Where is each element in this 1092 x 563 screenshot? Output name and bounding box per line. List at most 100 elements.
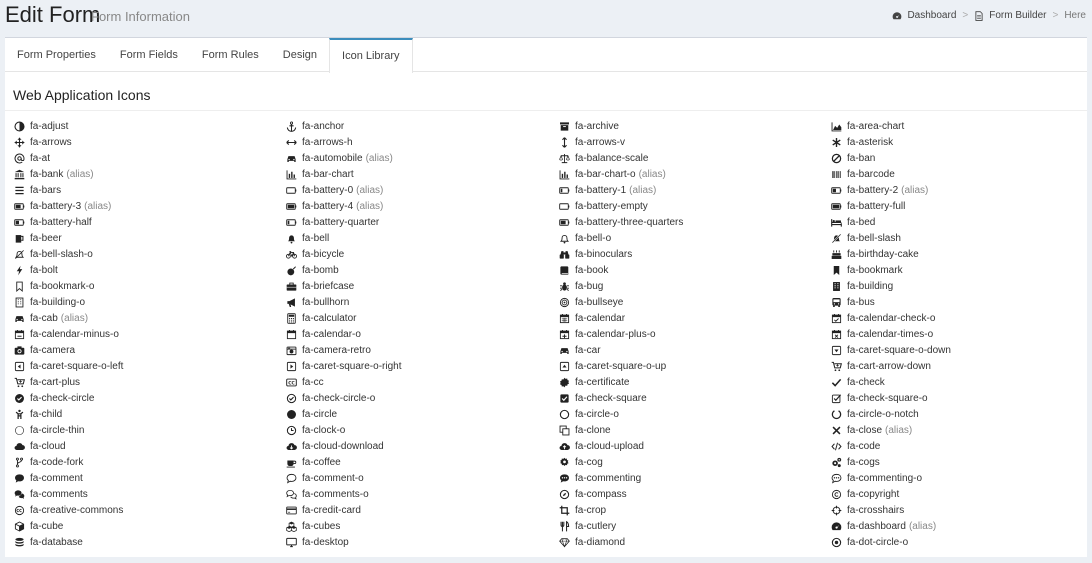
- icon-list-item[interactable]: fa-bullhorn: [286, 294, 559, 310]
- icon-list-item[interactable]: fa-certificate: [559, 374, 831, 390]
- icon-list-item[interactable]: fa-calendar-check-o: [831, 310, 1082, 326]
- icon-list-item[interactable]: fa-bars: [14, 182, 286, 198]
- icon-list-item[interactable]: fa-creative-commons: [14, 502, 286, 518]
- icon-list-item[interactable]: fa-caret-square-o-right: [286, 358, 559, 374]
- icon-list-item[interactable]: fa-database: [14, 534, 286, 550]
- icon-list-item[interactable]: fa-caret-square-o-left: [14, 358, 286, 374]
- icon-list-item[interactable]: fa-comment: [14, 470, 286, 486]
- icon-list-item[interactable]: fa-cogs: [831, 454, 1082, 470]
- icon-list-item[interactable]: fa-battery-2 (alias): [831, 182, 1082, 198]
- icon-list-item[interactable]: fa-building: [831, 278, 1082, 294]
- icon-list-item[interactable]: fa-calendar: [559, 310, 831, 326]
- icon-list-item[interactable]: fa-battery-empty: [559, 198, 831, 214]
- icon-list-item[interactable]: fa-comment-o: [286, 470, 559, 486]
- icon-list-item[interactable]: fa-barcode: [831, 166, 1082, 182]
- icon-list-item[interactable]: fa-bar-chart: [286, 166, 559, 182]
- icon-list-item[interactable]: fa-building-o: [14, 294, 286, 310]
- icon-list-item[interactable]: fa-bed: [831, 214, 1082, 230]
- tab-form-rules[interactable]: Form Rules: [190, 38, 271, 72]
- icon-list-item[interactable]: fa-book: [559, 262, 831, 278]
- icon-list-item[interactable]: fa-copyright: [831, 486, 1082, 502]
- icon-list-item[interactable]: fa-battery-full: [831, 198, 1082, 214]
- icon-list-item[interactable]: fa-cart-plus: [14, 374, 286, 390]
- icon-list-item[interactable]: fa-battery-1 (alias): [559, 182, 831, 198]
- breadcrumb-dashboard[interactable]: Dashboard: [892, 10, 956, 21]
- breadcrumb-form-builder[interactable]: Form Builder: [974, 10, 1046, 21]
- tab-icon-library[interactable]: Icon Library: [329, 38, 413, 73]
- icon-list-item[interactable]: fa-bookmark-o: [14, 278, 286, 294]
- icon-list-item[interactable]: fa-calculator: [286, 310, 559, 326]
- icon-list-item[interactable]: fa-cloud-download: [286, 438, 559, 454]
- tab-design[interactable]: Design: [271, 38, 329, 72]
- icon-list-item[interactable]: fa-bug: [559, 278, 831, 294]
- icon-list-item[interactable]: fa-check-circle: [14, 390, 286, 406]
- icon-list-item[interactable]: fa-dashboard (alias): [831, 518, 1082, 534]
- tab-form-properties[interactable]: Form Properties: [5, 38, 108, 72]
- icon-list-item[interactable]: fa-battery-0 (alias): [286, 182, 559, 198]
- icon-list-item[interactable]: fa-cloud-upload: [559, 438, 831, 454]
- icon-list-item[interactable]: fa-circle-o: [559, 406, 831, 422]
- icon-list-item[interactable]: fa-circle: [286, 406, 559, 422]
- icon-list-item[interactable]: fa-cutlery: [559, 518, 831, 534]
- icon-list-item[interactable]: fa-child: [14, 406, 286, 422]
- icon-list-item[interactable]: fa-camera: [14, 342, 286, 358]
- icon-list-item[interactable]: fa-camera-retro: [286, 342, 559, 358]
- icon-list-item[interactable]: fa-diamond: [559, 534, 831, 550]
- icon-list-item[interactable]: fa-clone: [559, 422, 831, 438]
- icon-list-item[interactable]: fa-compass: [559, 486, 831, 502]
- icon-list-item[interactable]: fa-car: [559, 342, 831, 358]
- icon-list-item[interactable]: fa-cog: [559, 454, 831, 470]
- icon-list-item[interactable]: fa-caret-square-o-down: [831, 342, 1082, 358]
- icon-list-item[interactable]: fa-comments: [14, 486, 286, 502]
- icon-list-item[interactable]: fa-clock-o: [286, 422, 559, 438]
- icon-list-item[interactable]: fa-credit-card: [286, 502, 559, 518]
- icon-list-item[interactable]: fa-anchor: [286, 118, 559, 134]
- icon-list-item[interactable]: fa-bookmark: [831, 262, 1082, 278]
- icon-list-item[interactable]: CC fa-cc: [286, 374, 559, 390]
- icon-list-item[interactable]: fa-circle-thin: [14, 422, 286, 438]
- icon-list-item[interactable]: fa-asterisk: [831, 134, 1082, 150]
- icon-list-item[interactable]: fa-cubes: [286, 518, 559, 534]
- icon-list-item[interactable]: fa-battery-3 (alias): [14, 198, 286, 214]
- icon-list-item[interactable]: fa-automobile (alias): [286, 150, 559, 166]
- icon-list-item[interactable]: fa-bell-slash-o: [14, 246, 286, 262]
- icon-list-item[interactable]: fa-desktop: [286, 534, 559, 550]
- icon-list-item[interactable]: fa-arrows-h: [286, 134, 559, 150]
- icon-list-item[interactable]: fa-cloud: [14, 438, 286, 454]
- icon-list-item[interactable]: fa-close (alias): [831, 422, 1082, 438]
- icon-list-item[interactable]: fa-bell-slash: [831, 230, 1082, 246]
- icon-list-item[interactable]: fa-check-circle-o: [286, 390, 559, 406]
- icon-list-item[interactable]: fa-commenting-o: [831, 470, 1082, 486]
- icon-list-item[interactable]: fa-binoculars: [559, 246, 831, 262]
- icon-list-item[interactable]: fa-briefcase: [286, 278, 559, 294]
- icon-list-item[interactable]: fa-check-square: [559, 390, 831, 406]
- icon-list-item[interactable]: fa-dot-circle-o: [831, 534, 1082, 550]
- icon-list-item[interactable]: fa-code: [831, 438, 1082, 454]
- icon-list-item[interactable]: fa-check: [831, 374, 1082, 390]
- icon-list-item[interactable]: fa-calendar-times-o: [831, 326, 1082, 342]
- icon-list-item[interactable]: fa-archive: [559, 118, 831, 134]
- icon-list-item[interactable]: fa-cart-arrow-down: [831, 358, 1082, 374]
- icon-list-item[interactable]: fa-bar-chart-o (alias): [559, 166, 831, 182]
- icon-list-item[interactable]: fa-bicycle: [286, 246, 559, 262]
- icon-list-item[interactable]: fa-bank (alias): [14, 166, 286, 182]
- icon-list-item[interactable]: fa-crosshairs: [831, 502, 1082, 518]
- icon-list-item[interactable]: fa-battery-three-quarters: [559, 214, 831, 230]
- tab-form-fields[interactable]: Form Fields: [108, 38, 190, 72]
- icon-list-item[interactable]: fa-adjust: [14, 118, 286, 134]
- icon-list-item[interactable]: fa-bullseye: [559, 294, 831, 310]
- icon-list-item[interactable]: fa-battery-quarter: [286, 214, 559, 230]
- icon-list-item[interactable]: fa-check-square-o: [831, 390, 1082, 406]
- icon-list-item[interactable]: fa-calendar-minus-o: [14, 326, 286, 342]
- icon-list-item[interactable]: fa-bell: [286, 230, 559, 246]
- icon-list-item[interactable]: fa-code-fork: [14, 454, 286, 470]
- icon-list-item[interactable]: fa-cube: [14, 518, 286, 534]
- icon-list-item[interactable]: fa-bus: [831, 294, 1082, 310]
- icon-list-item[interactable]: fa-circle-o-notch: [831, 406, 1082, 422]
- icon-list-item[interactable]: fa-at: [14, 150, 286, 166]
- icon-list-item[interactable]: fa-ban: [831, 150, 1082, 166]
- icon-list-item[interactable]: fa-crop: [559, 502, 831, 518]
- icon-list-item[interactable]: fa-bomb: [286, 262, 559, 278]
- icon-list-item[interactable]: fa-arrows-v: [559, 134, 831, 150]
- icon-list-item[interactable]: fa-commenting: [559, 470, 831, 486]
